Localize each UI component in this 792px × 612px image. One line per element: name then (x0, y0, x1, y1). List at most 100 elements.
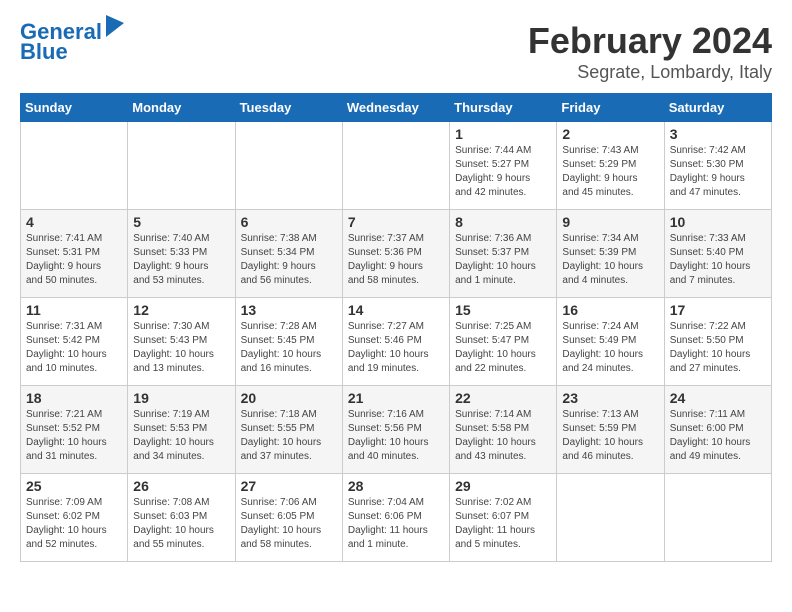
day-number: 24 (670, 390, 766, 406)
day-number: 3 (670, 126, 766, 142)
day-number: 20 (241, 390, 337, 406)
day-info: Sunrise: 7:40 AM Sunset: 5:33 PM Dayligh… (133, 232, 229, 288)
day-info: Sunrise: 7:14 AM Sunset: 5:58 PM Dayligh… (455, 408, 551, 464)
day-number: 15 (455, 302, 551, 318)
day-info: Sunrise: 7:43 AM Sunset: 5:29 PM Dayligh… (562, 144, 658, 200)
day-number: 10 (670, 214, 766, 230)
day-number: 18 (26, 390, 122, 406)
calendar-cell: 12 Sunrise: 7:30 AM Sunset: 5:43 PM Dayli… (128, 298, 235, 386)
weekday-header-row: SundayMondayTuesdayWednesdayThursdayFrid… (21, 94, 772, 122)
day-number: 4 (26, 214, 122, 230)
weekday-header-sunday: Sunday (21, 94, 128, 122)
day-number: 11 (26, 302, 122, 318)
calendar-cell: 23 Sunrise: 7:13 AM Sunset: 5:59 PM Dayli… (557, 386, 664, 474)
calendar-cell: 27Sunrise: 7:06 AM Sunset: 6:05 PM Dayli… (235, 474, 342, 562)
day-info: Sunrise: 7:19 AM Sunset: 5:53 PM Dayligh… (133, 408, 229, 464)
calendar-cell: 17 Sunrise: 7:22 AM Sunset: 5:50 PM Dayli… (664, 298, 771, 386)
day-info: Sunrise: 7:34 AM Sunset: 5:39 PM Dayligh… (562, 232, 658, 288)
calendar-table: SundayMondayTuesdayWednesdayThursdayFrid… (20, 93, 772, 562)
week-row-2: 4 Sunrise: 7:41 AM Sunset: 5:31 PM Daylig… (21, 210, 772, 298)
day-number: 14 (348, 302, 444, 318)
day-info: Sunrise: 7:11 AM Sunset: 6:00 PM Dayligh… (670, 408, 766, 464)
day-number: 5 (133, 214, 229, 230)
calendar-cell (21, 122, 128, 210)
calendar-cell: 4 Sunrise: 7:41 AM Sunset: 5:31 PM Daylig… (21, 210, 128, 298)
calendar-cell: 10Sunrise: 7:33 AM Sunset: 5:40 PM Dayli… (664, 210, 771, 298)
weekday-header-saturday: Saturday (664, 94, 771, 122)
logo-blue: Blue (20, 40, 124, 64)
day-number: 19 (133, 390, 229, 406)
calendar-cell: 28Sunrise: 7:04 AM Sunset: 6:06 PM Dayli… (342, 474, 449, 562)
weekday-header-friday: Friday (557, 94, 664, 122)
logo: General Blue (20, 20, 124, 64)
calendar-cell (128, 122, 235, 210)
day-number: 27 (241, 478, 337, 494)
calendar-cell: 11 Sunrise: 7:31 AM Sunset: 5:42 PM Dayli… (21, 298, 128, 386)
day-number: 17 (670, 302, 766, 318)
location-title: Segrate, Lombardy, Italy (528, 62, 772, 83)
week-row-3: 11 Sunrise: 7:31 AM Sunset: 5:42 PM Dayli… (21, 298, 772, 386)
day-number: 1 (455, 126, 551, 142)
day-info: Sunrise: 7:38 AM Sunset: 5:34 PM Dayligh… (241, 232, 337, 288)
day-info: Sunrise: 7:18 AM Sunset: 5:55 PM Dayligh… (241, 408, 337, 464)
calendar-cell: 19 Sunrise: 7:19 AM Sunset: 5:53 PM Dayli… (128, 386, 235, 474)
month-title: February 2024 (528, 20, 772, 62)
day-info: Sunrise: 7:02 AM Sunset: 6:07 PM Dayligh… (455, 496, 551, 552)
day-info: Sunrise: 7:31 AM Sunset: 5:42 PM Dayligh… (26, 320, 122, 376)
day-info: Sunrise: 7:13 AM Sunset: 5:59 PM Dayligh… (562, 408, 658, 464)
day-number: 16 (562, 302, 658, 318)
day-info: Sunrise: 7:37 AM Sunset: 5:36 PM Dayligh… (348, 232, 444, 288)
calendar-cell: 5 Sunrise: 7:40 AM Sunset: 5:33 PM Daylig… (128, 210, 235, 298)
day-info: Sunrise: 7:09 AM Sunset: 6:02 PM Dayligh… (26, 496, 122, 552)
calendar-cell: 2 Sunrise: 7:43 AM Sunset: 5:29 PM Daylig… (557, 122, 664, 210)
calendar-cell: 13 Sunrise: 7:28 AM Sunset: 5:45 PM Dayli… (235, 298, 342, 386)
calendar-cell: 8Sunrise: 7:36 AM Sunset: 5:37 PM Daylig… (450, 210, 557, 298)
weekday-header-wednesday: Wednesday (342, 94, 449, 122)
day-info: Sunrise: 7:04 AM Sunset: 6:06 PM Dayligh… (348, 496, 444, 552)
day-info: Sunrise: 7:24 AM Sunset: 5:49 PM Dayligh… (562, 320, 658, 376)
calendar-cell: 21 Sunrise: 7:16 AM Sunset: 5:56 PM Dayli… (342, 386, 449, 474)
calendar-cell: 29 Sunrise: 7:02 AM Sunset: 6:07 PM Dayli… (450, 474, 557, 562)
day-number: 25 (26, 478, 122, 494)
calendar-cell: 20 Sunrise: 7:18 AM Sunset: 5:55 PM Dayli… (235, 386, 342, 474)
week-row-4: 18 Sunrise: 7:21 AM Sunset: 5:52 PM Dayli… (21, 386, 772, 474)
calendar-cell: 15Sunrise: 7:25 AM Sunset: 5:47 PM Dayli… (450, 298, 557, 386)
day-number: 12 (133, 302, 229, 318)
logo-flag-icon (106, 15, 124, 37)
calendar-cell: 24 Sunrise: 7:11 AM Sunset: 6:00 PM Dayli… (664, 386, 771, 474)
week-row-5: 25 Sunrise: 7:09 AM Sunset: 6:02 PM Dayli… (21, 474, 772, 562)
weekday-header-monday: Monday (128, 94, 235, 122)
day-number: 23 (562, 390, 658, 406)
weekday-header-tuesday: Tuesday (235, 94, 342, 122)
calendar-cell: 6Sunrise: 7:38 AM Sunset: 5:34 PM Daylig… (235, 210, 342, 298)
calendar-cell: 16 Sunrise: 7:24 AM Sunset: 5:49 PM Dayli… (557, 298, 664, 386)
day-info: Sunrise: 7:44 AM Sunset: 5:27 PM Dayligh… (455, 144, 551, 200)
week-row-1: 1 Sunrise: 7:44 AM Sunset: 5:27 PM Daylig… (21, 122, 772, 210)
day-number: 9 (562, 214, 658, 230)
day-number: 26 (133, 478, 229, 494)
day-number: 7 (348, 214, 444, 230)
day-number: 13 (241, 302, 337, 318)
day-info: Sunrise: 7:22 AM Sunset: 5:50 PM Dayligh… (670, 320, 766, 376)
day-info: Sunrise: 7:27 AM Sunset: 5:46 PM Dayligh… (348, 320, 444, 376)
calendar-cell (342, 122, 449, 210)
day-info: Sunrise: 7:30 AM Sunset: 5:43 PM Dayligh… (133, 320, 229, 376)
day-info: Sunrise: 7:42 AM Sunset: 5:30 PM Dayligh… (670, 144, 766, 200)
calendar-cell: 3 Sunrise: 7:42 AM Sunset: 5:30 PM Daylig… (664, 122, 771, 210)
calendar-cell (557, 474, 664, 562)
day-info: Sunrise: 7:28 AM Sunset: 5:45 PM Dayligh… (241, 320, 337, 376)
calendar-cell: 25 Sunrise: 7:09 AM Sunset: 6:02 PM Dayli… (21, 474, 128, 562)
title-area: February 2024 Segrate, Lombardy, Italy (528, 20, 772, 83)
weekday-header-thursday: Thursday (450, 94, 557, 122)
calendar-cell: 1 Sunrise: 7:44 AM Sunset: 5:27 PM Daylig… (450, 122, 557, 210)
day-info: Sunrise: 7:41 AM Sunset: 5:31 PM Dayligh… (26, 232, 122, 288)
calendar-cell: 7 Sunrise: 7:37 AM Sunset: 5:36 PM Daylig… (342, 210, 449, 298)
day-number: 2 (562, 126, 658, 142)
day-number: 21 (348, 390, 444, 406)
day-number: 29 (455, 478, 551, 494)
day-info: Sunrise: 7:16 AM Sunset: 5:56 PM Dayligh… (348, 408, 444, 464)
calendar-cell (664, 474, 771, 562)
day-info: Sunrise: 7:21 AM Sunset: 5:52 PM Dayligh… (26, 408, 122, 464)
calendar-cell: 9 Sunrise: 7:34 AM Sunset: 5:39 PM Daylig… (557, 210, 664, 298)
calendar-cell: 18 Sunrise: 7:21 AM Sunset: 5:52 PM Dayli… (21, 386, 128, 474)
